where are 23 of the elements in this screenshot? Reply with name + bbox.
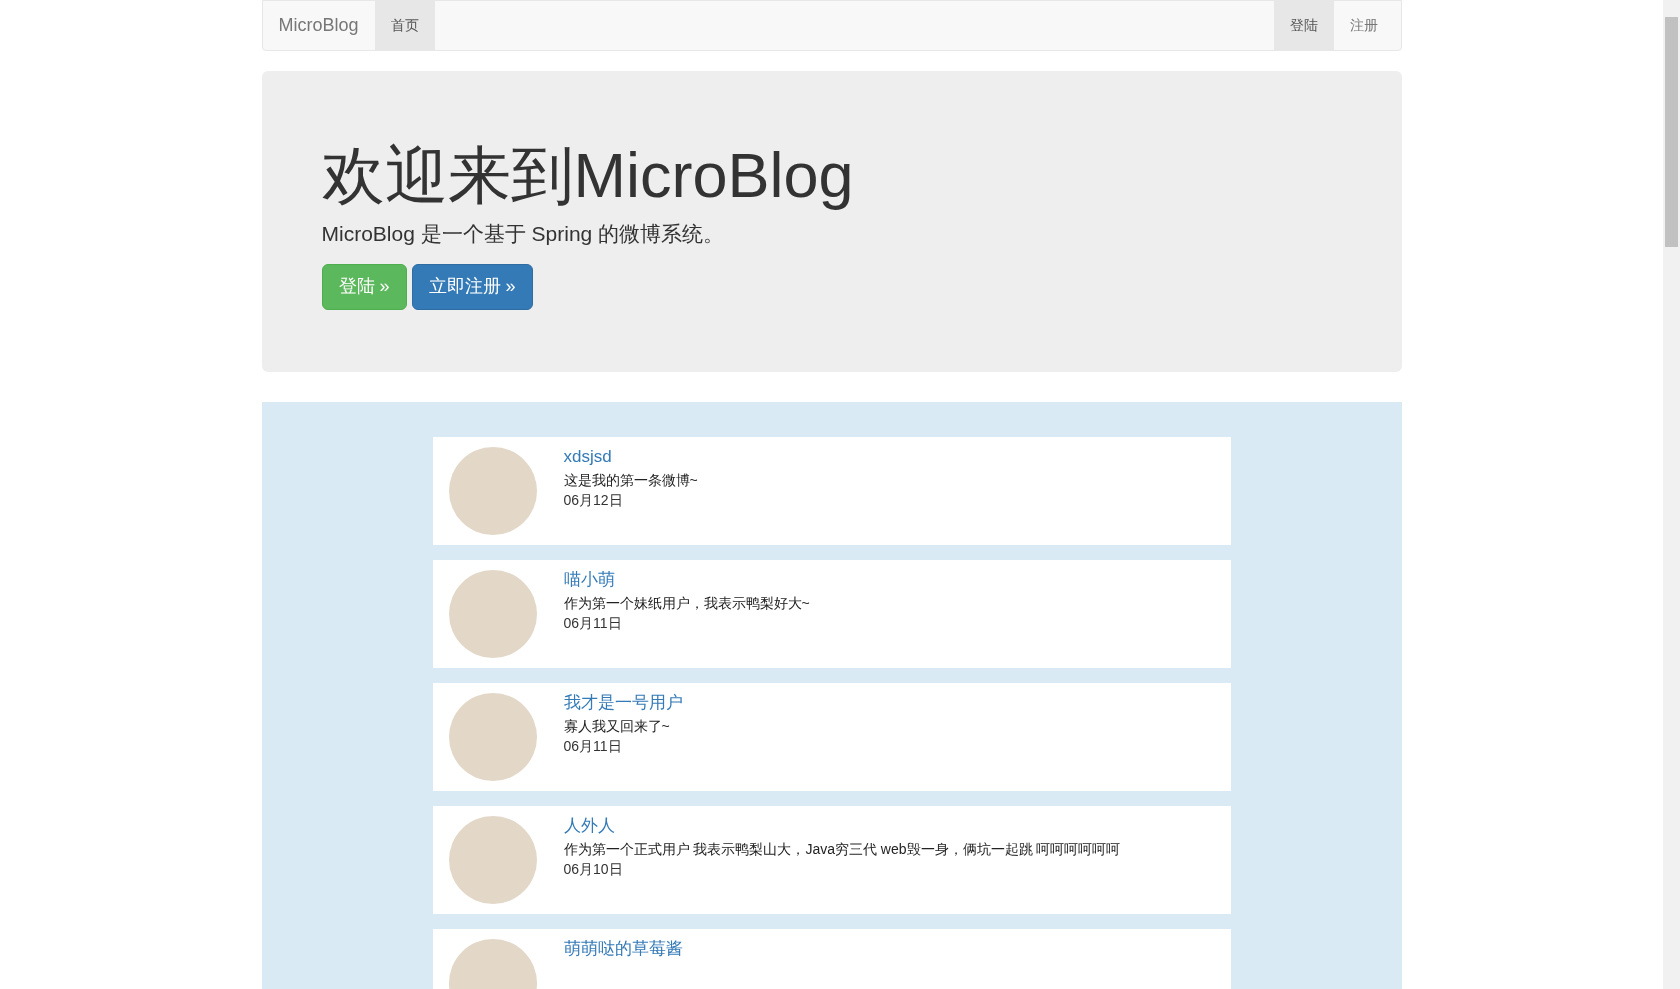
nav-link[interactable]: 登陆 [1273,1,1334,50]
username-link[interactable]: 萌萌哒的草莓酱 [563,939,683,960]
hero-button[interactable]: 立即注册 » [411,263,533,310]
post-text: 作为第一个正式用户 我表示鸭梨山大，Java穷三代 web毁一身，俩坑一起跳 呵呵呵呵呵呵 [563,840,1121,860]
hero-button[interactable]: 登陆 » [321,263,407,310]
post-date: 06月10日 [563,860,624,879]
username-link[interactable]: 我才是一号用户 [563,693,683,714]
hero-title: 欢迎来到MicroBlog [321,141,855,211]
post-text: 作为第一个妹纸用户，我表示鸭梨好大~ [563,594,810,614]
username-link[interactable]: 人外人 [563,816,1121,837]
post-text: 寡人我又回来了~ [563,717,671,737]
hero-subtitle: MicroBlog 是一个基于 Spring 的微博系统。 [321,221,726,248]
scrollbar-thumb[interactable] [1665,17,1678,247]
brand-link[interactable]: MicroBlog [262,1,375,50]
username-link[interactable]: xdsjsd [563,447,698,468]
nav-link[interactable]: 首页 [374,1,435,50]
post-date: 06月12日 [563,491,624,510]
post-text: 这是我的第一条微博~ [563,471,698,491]
nav-link[interactable]: 注册 [1333,1,1394,50]
post-date: 06月11日 [563,737,623,756]
scrollbar[interactable] [1663,0,1680,989]
username-link[interactable]: 喵小萌 [563,570,810,591]
post-date: 06月11日 [563,614,623,633]
